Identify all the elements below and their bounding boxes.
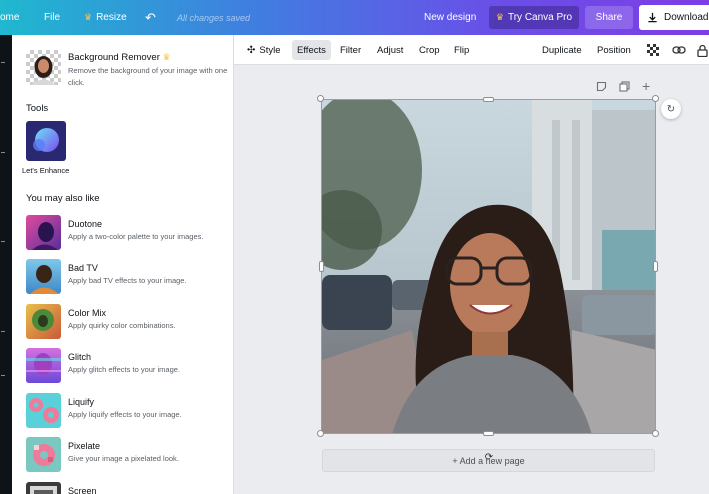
glitch-thumbnail — [26, 348, 61, 383]
effect-item-screen[interactable]: Screen — [26, 482, 226, 494]
nav-marker — [1, 62, 5, 63]
nav-marker — [1, 152, 5, 153]
resize-button[interactable]: ♛ Resize — [84, 0, 127, 35]
effect-desc: Give your image a pixelated look. — [68, 454, 179, 463]
new-design-button[interactable]: New design — [424, 0, 476, 35]
download-button[interactable]: Download — [639, 5, 709, 30]
screen-thumbnail — [26, 482, 61, 494]
effect-name: Liquify — [68, 397, 95, 407]
nav-marker — [1, 375, 5, 376]
home-button[interactable]: ome — [0, 0, 19, 35]
effect-name: Duotone — [68, 219, 103, 229]
resize-label: Resize — [96, 12, 127, 23]
you-may-also-like-heading: You may also like — [26, 193, 100, 204]
save-status: All changes saved — [177, 12, 251, 23]
pixelate-thumbnail — [26, 437, 61, 472]
effect-name: Screen — [68, 486, 97, 494]
bad-tv-thumbnail — [26, 259, 61, 294]
file-menu[interactable]: File — [44, 0, 60, 35]
nav-marker — [1, 331, 5, 332]
portrait-photo — [322, 100, 655, 433]
resize-handle-bottom-left[interactable] — [317, 430, 324, 437]
crop-button[interactable]: Crop — [414, 40, 445, 60]
effect-item-color-mix[interactable]: Color Mix Apply quirky color combination… — [26, 304, 226, 340]
effect-name: Pixelate — [68, 441, 101, 451]
color-mix-thumbnail — [26, 304, 61, 339]
top-bar: ome File ♛ Resize ↶ All changes saved Ne… — [0, 0, 709, 35]
effects-button[interactable]: Effects — [292, 40, 331, 60]
add-page-icon[interactable]: + — [642, 78, 650, 94]
effect-desc: Apply liquify effects to your image. — [68, 410, 182, 419]
effect-item-duotone[interactable]: Duotone Apply a two-color palette to you… — [26, 215, 226, 251]
undo-icon[interactable]: ↶ — [145, 0, 156, 35]
liquify-thumbnail — [26, 393, 61, 428]
effect-item-glitch[interactable]: Glitch Apply glitch effects to your imag… — [26, 348, 226, 384]
effect-name: Bad TV — [68, 263, 98, 273]
background-remover-desc: Remove the background of your image with… — [68, 66, 228, 87]
duotone-thumbnail — [26, 215, 61, 250]
flip-button[interactable]: Flip — [449, 40, 474, 60]
rotate-icon[interactable]: ⟳ — [483, 451, 495, 463]
left-nav-strip — [0, 35, 12, 494]
position-button[interactable]: Position — [592, 40, 636, 60]
resize-handle-right[interactable] — [653, 261, 658, 272]
image-toolbar: ✣ Style Effects Filter Adjust Crop Flip … — [234, 35, 709, 65]
lets-enhance-thumbnail[interactable] — [26, 121, 66, 161]
try-pro-label: Try Canva Pro — [507, 12, 573, 23]
style-label: Style — [259, 44, 281, 56]
download-label: Download — [664, 12, 709, 23]
adjust-button[interactable]: Adjust — [372, 40, 408, 60]
effect-item-liquify[interactable]: Liquify Apply liquify effects to your im… — [26, 393, 226, 429]
sparkle-icon: ✣ — [247, 44, 256, 56]
lock-icon[interactable] — [692, 40, 709, 60]
nav-marker — [1, 241, 5, 242]
background-remover-title: Background Remover ♛ — [68, 52, 171, 63]
tools-heading: Tools — [26, 103, 49, 114]
effect-desc: Apply glitch effects to your image. — [68, 365, 181, 374]
effects-panel: Background Remover ♛ Remove the backgrou… — [12, 35, 234, 494]
resize-handle-top[interactable] — [483, 97, 494, 102]
style-button[interactable]: ✣ Style — [242, 40, 286, 60]
duplicate-button[interactable]: Duplicate — [537, 40, 587, 60]
resize-handle-top-left[interactable] — [317, 95, 324, 102]
resize-handle-top-right[interactable] — [652, 95, 659, 102]
effect-item-pixelate[interactable]: Pixelate Give your image a pixelated loo… — [26, 437, 226, 473]
refresh-icon[interactable]: ↻ — [661, 99, 681, 119]
try-canva-pro-button[interactable]: ♛ Try Canva Pro — [489, 6, 579, 29]
resize-handle-bottom[interactable] — [483, 431, 494, 436]
filter-button[interactable]: Filter — [335, 40, 366, 60]
copy-page-icon[interactable] — [619, 81, 630, 95]
download-icon — [648, 12, 657, 23]
effect-name: Color Mix — [68, 308, 107, 318]
background-remover-thumbnail — [26, 50, 61, 85]
effect-desc: Apply a two-color palette to your images… — [68, 232, 204, 241]
crown-icon: ♛ — [495, 12, 504, 22]
lets-enhance-label: Let's Enhance — [22, 166, 70, 175]
effect-desc: Apply bad TV effects to your image. — [68, 276, 187, 285]
crown-icon: ♛ — [84, 12, 93, 22]
effect-item-bad-tv[interactable]: Bad TV Apply bad TV effects to your imag… — [26, 259, 226, 295]
share-button[interactable]: Share — [585, 6, 633, 29]
resize-handle-bottom-right[interactable] — [652, 430, 659, 437]
background-remover-item[interactable]: Background Remover ♛ Remove the backgrou… — [26, 50, 228, 90]
resize-handle-left[interactable] — [319, 261, 324, 272]
selected-photo[interactable] — [321, 99, 656, 434]
note-icon[interactable] — [596, 81, 607, 95]
effect-desc: Apply quirky color combinations. — [68, 321, 176, 330]
effect-name: Glitch — [68, 352, 92, 362]
crown-icon: ♛ — [162, 52, 171, 62]
transparency-icon[interactable] — [642, 40, 664, 60]
link-icon[interactable] — [667, 40, 691, 60]
